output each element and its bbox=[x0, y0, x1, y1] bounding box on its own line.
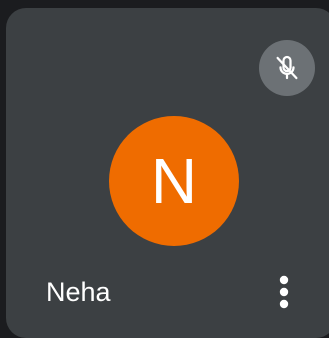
avatar: N bbox=[109, 116, 239, 246]
participant-name: Neha bbox=[46, 277, 111, 307]
more-options-button[interactable] bbox=[264, 268, 304, 316]
mic-off-icon bbox=[276, 55, 298, 80]
mic-muted-indicator bbox=[259, 40, 315, 96]
participant-tile[interactable]: N Neha bbox=[6, 8, 329, 338]
more-vert-icon bbox=[279, 275, 289, 309]
avatar-initial: N bbox=[150, 145, 198, 217]
